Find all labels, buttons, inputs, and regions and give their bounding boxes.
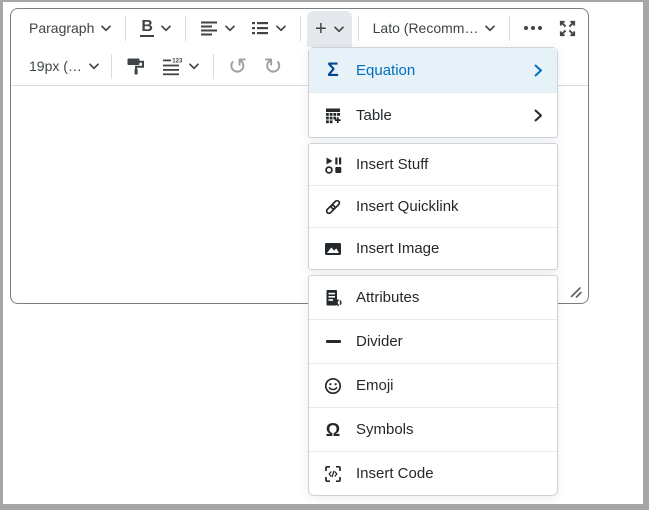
- menu-item-label: Insert Stuff: [356, 156, 428, 173]
- redo-icon: ↻: [263, 55, 282, 78]
- menu-item-label: Table: [356, 107, 392, 124]
- menu-item-label: Emoji: [356, 377, 394, 394]
- chevron-right-icon: [534, 109, 543, 122]
- align-left-icon: [200, 19, 218, 37]
- resize-handle[interactable]: [569, 285, 583, 299]
- menu-item-insert-quicklink[interactable]: Insert Quicklink: [309, 185, 557, 227]
- redo-button[interactable]: ↻: [255, 50, 290, 82]
- menu-item-table[interactable]: Table: [309, 92, 557, 137]
- menu-group-1: Σ Equation: [308, 47, 558, 138]
- bold-dropdown-button[interactable]: B: [132, 12, 179, 44]
- undo-button[interactable]: ↺: [220, 50, 255, 82]
- paragraph-format-label: Paragraph: [29, 20, 94, 36]
- chevron-down-icon: [225, 25, 235, 32]
- fullscreen-icon: [558, 19, 577, 38]
- table-plus-icon: [323, 107, 343, 124]
- undo-icon: ↺: [228, 55, 247, 78]
- menu-item-label: Equation: [356, 62, 415, 79]
- menu-item-label: Insert Image: [356, 240, 439, 257]
- svg-text:123: 123: [172, 58, 182, 64]
- plus-icon: +: [315, 19, 327, 39]
- list-dropdown-button[interactable]: [243, 12, 294, 44]
- menu-item-emoji[interactable]: Emoji: [309, 363, 557, 407]
- menu-item-insert-image[interactable]: Insert Image: [309, 227, 557, 269]
- insert-dropdown-menu: Σ Equation: [308, 47, 558, 496]
- chevron-down-icon: [101, 25, 111, 32]
- bold-icon: B: [140, 19, 154, 38]
- toolbar-right-group: [503, 12, 585, 44]
- menu-item-divider[interactable]: Divider: [309, 319, 557, 363]
- chevron-down-icon: [189, 63, 199, 70]
- format-painter-button[interactable]: [118, 50, 154, 82]
- alignment-dropdown-button[interactable]: [192, 12, 243, 44]
- line-numbers-icon: 123: [162, 56, 182, 76]
- ellipsis-icon: [524, 26, 542, 30]
- media-stuff-icon: [323, 156, 343, 174]
- chevron-down-icon: [161, 25, 171, 32]
- paragraph-format-dropdown[interactable]: Paragraph: [21, 12, 119, 44]
- menu-item-equation[interactable]: Σ Equation: [309, 48, 557, 92]
- code-brackets-icon: [323, 465, 343, 483]
- toolbar-separator: [111, 54, 112, 79]
- insert-menu-button[interactable]: +: [307, 11, 352, 47]
- omega-icon: Ω: [323, 421, 343, 439]
- attributes-page-icon: [323, 289, 343, 307]
- line-numbers-dropdown[interactable]: 123: [154, 50, 207, 82]
- menu-item-label: Attributes: [356, 289, 419, 306]
- menu-item-label: Divider: [356, 333, 403, 350]
- chevron-down-icon: [485, 25, 495, 32]
- horizontal-line-icon: [323, 340, 343, 343]
- chain-link-icon: [323, 198, 343, 216]
- toolbar-separator: [213, 54, 214, 79]
- font-family-label: Lato (Recomm…: [373, 20, 479, 36]
- menu-item-insert-stuff[interactable]: Insert Stuff: [309, 144, 557, 185]
- font-size-label: 19px (…: [29, 58, 82, 74]
- image-icon: [323, 240, 343, 258]
- toolbar-separator: [300, 16, 301, 41]
- menu-item-label: Symbols: [356, 421, 414, 438]
- toolbar-row-1: Paragraph B: [11, 9, 588, 47]
- toolbar-separator: [125, 16, 126, 41]
- more-actions-button[interactable]: [516, 12, 550, 44]
- toolbar-separator: [358, 16, 359, 41]
- toolbar-separator: [509, 16, 510, 41]
- toolbar-separator: [185, 16, 186, 41]
- menu-item-label: Insert Code: [356, 465, 434, 482]
- smiley-icon: [323, 377, 343, 395]
- chevron-right-icon: [534, 64, 543, 77]
- menu-item-attributes[interactable]: Attributes: [309, 276, 557, 319]
- bullet-list-icon: [251, 19, 269, 37]
- menu-item-symbols[interactable]: Ω Symbols: [309, 407, 557, 451]
- menu-item-insert-code[interactable]: Insert Code: [309, 451, 557, 495]
- font-family-dropdown[interactable]: Lato (Recomm…: [365, 12, 503, 44]
- chevron-down-icon: [334, 26, 344, 33]
- chevron-down-icon: [276, 25, 286, 32]
- menu-group-3: Attributes Divider Emoji: [308, 275, 558, 496]
- font-size-dropdown[interactable]: 19px (…: [21, 50, 105, 82]
- chevron-down-icon: [89, 63, 99, 70]
- sigma-icon: Σ: [323, 61, 343, 80]
- fullscreen-button[interactable]: [550, 12, 585, 44]
- format-painter-icon: [126, 56, 146, 76]
- editor-window: Paragraph B: [0, 0, 649, 510]
- menu-item-label: Insert Quicklink: [356, 198, 459, 215]
- menu-group-2: Insert Stuff Insert Quicklink: [308, 143, 558, 270]
